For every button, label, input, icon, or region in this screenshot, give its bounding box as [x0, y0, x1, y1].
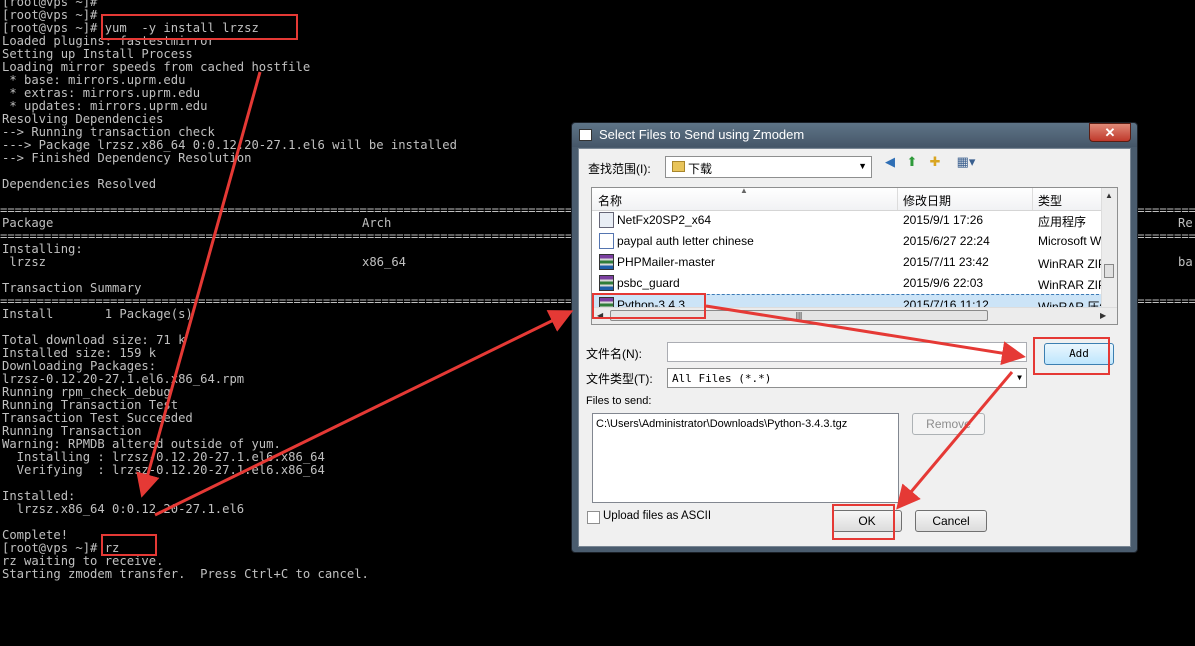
- terminal-line: Transaction Summary: [2, 281, 142, 295]
- file-list-header: 名称 ▲ 修改日期 类型: [592, 188, 1104, 211]
- dialog-titlebar[interactable]: Select Files to Send using Zmodem ✕: [572, 123, 1137, 147]
- terminal-line: Install 1 Package(s): [2, 307, 193, 321]
- archive-icon: [599, 254, 614, 270]
- terminal-line: Starting zmodem transfer. Press Ctrl+C t…: [2, 567, 369, 581]
- look-in-value: 下载: [688, 162, 713, 176]
- filetype-value: All Files (*.*): [672, 372, 772, 385]
- column-repo-value: ba: [1178, 255, 1193, 269]
- file-date: 2015/7/11 23:42: [903, 255, 989, 269]
- look-in-combo[interactable]: 下载 ▼: [665, 156, 872, 178]
- archive-icon: [599, 275, 614, 291]
- column-repo-header: Re: [1178, 216, 1193, 230]
- filename-input[interactable]: [667, 342, 1027, 362]
- terminal-line: Verifying : lrzsz-0.12.20-27.1.el6.x86_6…: [2, 463, 325, 477]
- new-folder-icon[interactable]: ✚: [927, 154, 943, 170]
- file-name: NetFx20SP2_x64: [617, 213, 712, 227]
- highlight-add-button: [1033, 337, 1110, 375]
- terminal-line: --> Finished Dependency Resolution: [2, 151, 252, 165]
- file-type: WinRAR ZIP 压: [1038, 278, 1104, 292]
- file-row[interactable]: paypal auth letter chinese 2015/6/27 22:2…: [592, 231, 1104, 252]
- file-date: 2015/9/1 17:26: [903, 213, 984, 227]
- scroll-right-icon[interactable]: ▶: [1100, 311, 1106, 320]
- scroll-up-icon[interactable]: ▲: [1105, 191, 1113, 200]
- application-icon: [599, 212, 614, 228]
- file-type: 应用程序: [1038, 215, 1087, 229]
- close-button[interactable]: ✕: [1089, 123, 1131, 142]
- highlight-selected-file: [592, 293, 706, 319]
- highlight-install-command: [101, 14, 298, 40]
- cancel-button[interactable]: Cancel: [915, 510, 987, 532]
- column-date[interactable]: 修改日期: [903, 192, 951, 209]
- dialog-title: Select Files to Send using Zmodem: [599, 127, 805, 142]
- view-menu-icon[interactable]: ▦▾: [953, 154, 979, 170]
- file-name: PHPMailer-master: [617, 255, 716, 269]
- filetype-select[interactable]: All Files (*.*) ▼: [667, 368, 1027, 388]
- file-type: Microsoft Wo: [1038, 234, 1104, 248]
- file-row[interactable]: NetFx20SP2_x64 2015/9/1 17:26 应用程序: [592, 210, 1104, 231]
- terminal-line: lrzsz.x86_64 0:0.12.20-27.1.el6: [2, 502, 245, 516]
- column-arch-header: Arch: [362, 216, 392, 230]
- highlight-rz-command: [101, 534, 157, 556]
- file-name: paypal auth letter chinese: [617, 234, 754, 248]
- sort-arrow-icon: ▲: [740, 187, 748, 195]
- chevron-down-icon: ▼: [858, 161, 867, 171]
- column-type[interactable]: 类型: [1038, 192, 1062, 209]
- remove-button[interactable]: Remove: [912, 413, 985, 435]
- vertical-scrollbar[interactable]: ▲: [1101, 188, 1117, 308]
- document-icon: [599, 233, 614, 249]
- look-in-label: 查找范围(I):: [588, 162, 651, 176]
- folder-icon: [672, 161, 685, 172]
- file-name: psbc_guard: [617, 276, 680, 290]
- up-folder-icon[interactable]: ⬆: [904, 154, 920, 170]
- scroll-thumb[interactable]: [1104, 264, 1114, 278]
- files-to-send-list[interactable]: C:\Users\Administrator\Downloads\Python-…: [592, 413, 899, 503]
- file-date: 2015/9/6 22:03: [903, 276, 984, 290]
- file-row[interactable]: psbc_guard 2015/9/6 22:03 WinRAR ZIP 压: [592, 273, 1104, 294]
- app-icon: [579, 129, 592, 141]
- filename-label: 文件名(N):: [586, 347, 642, 361]
- terminal-output: [root@vps ~]# [root@vps ~]# [root@vps ~]# …: [2, 0, 457, 581]
- chevron-down-icon: ▼: [1017, 373, 1022, 382]
- file-date: 2015/6/27 22:24: [903, 234, 990, 248]
- file-type: WinRAR ZIP 压: [1038, 257, 1104, 271]
- list-item[interactable]: C:\Users\Administrator\Downloads\Python-…: [596, 418, 847, 430]
- column-name[interactable]: 名称: [598, 192, 622, 209]
- highlight-ok-button: [832, 504, 895, 540]
- column-arch-value: x86_64: [362, 255, 407, 269]
- ascii-label: Upload files as ASCII: [603, 510, 712, 522]
- ascii-checkbox[interactable]: [587, 511, 600, 524]
- file-row[interactable]: PHPMailer-master 2015/7/11 23:42 WinRAR ZI…: [592, 252, 1104, 273]
- files-to-send-label: Files to send:: [586, 395, 652, 407]
- filetype-label: 文件类型(T):: [586, 372, 653, 386]
- back-icon[interactable]: ◀: [882, 154, 898, 170]
- terminal-line: Dependencies Resolved: [2, 177, 157, 191]
